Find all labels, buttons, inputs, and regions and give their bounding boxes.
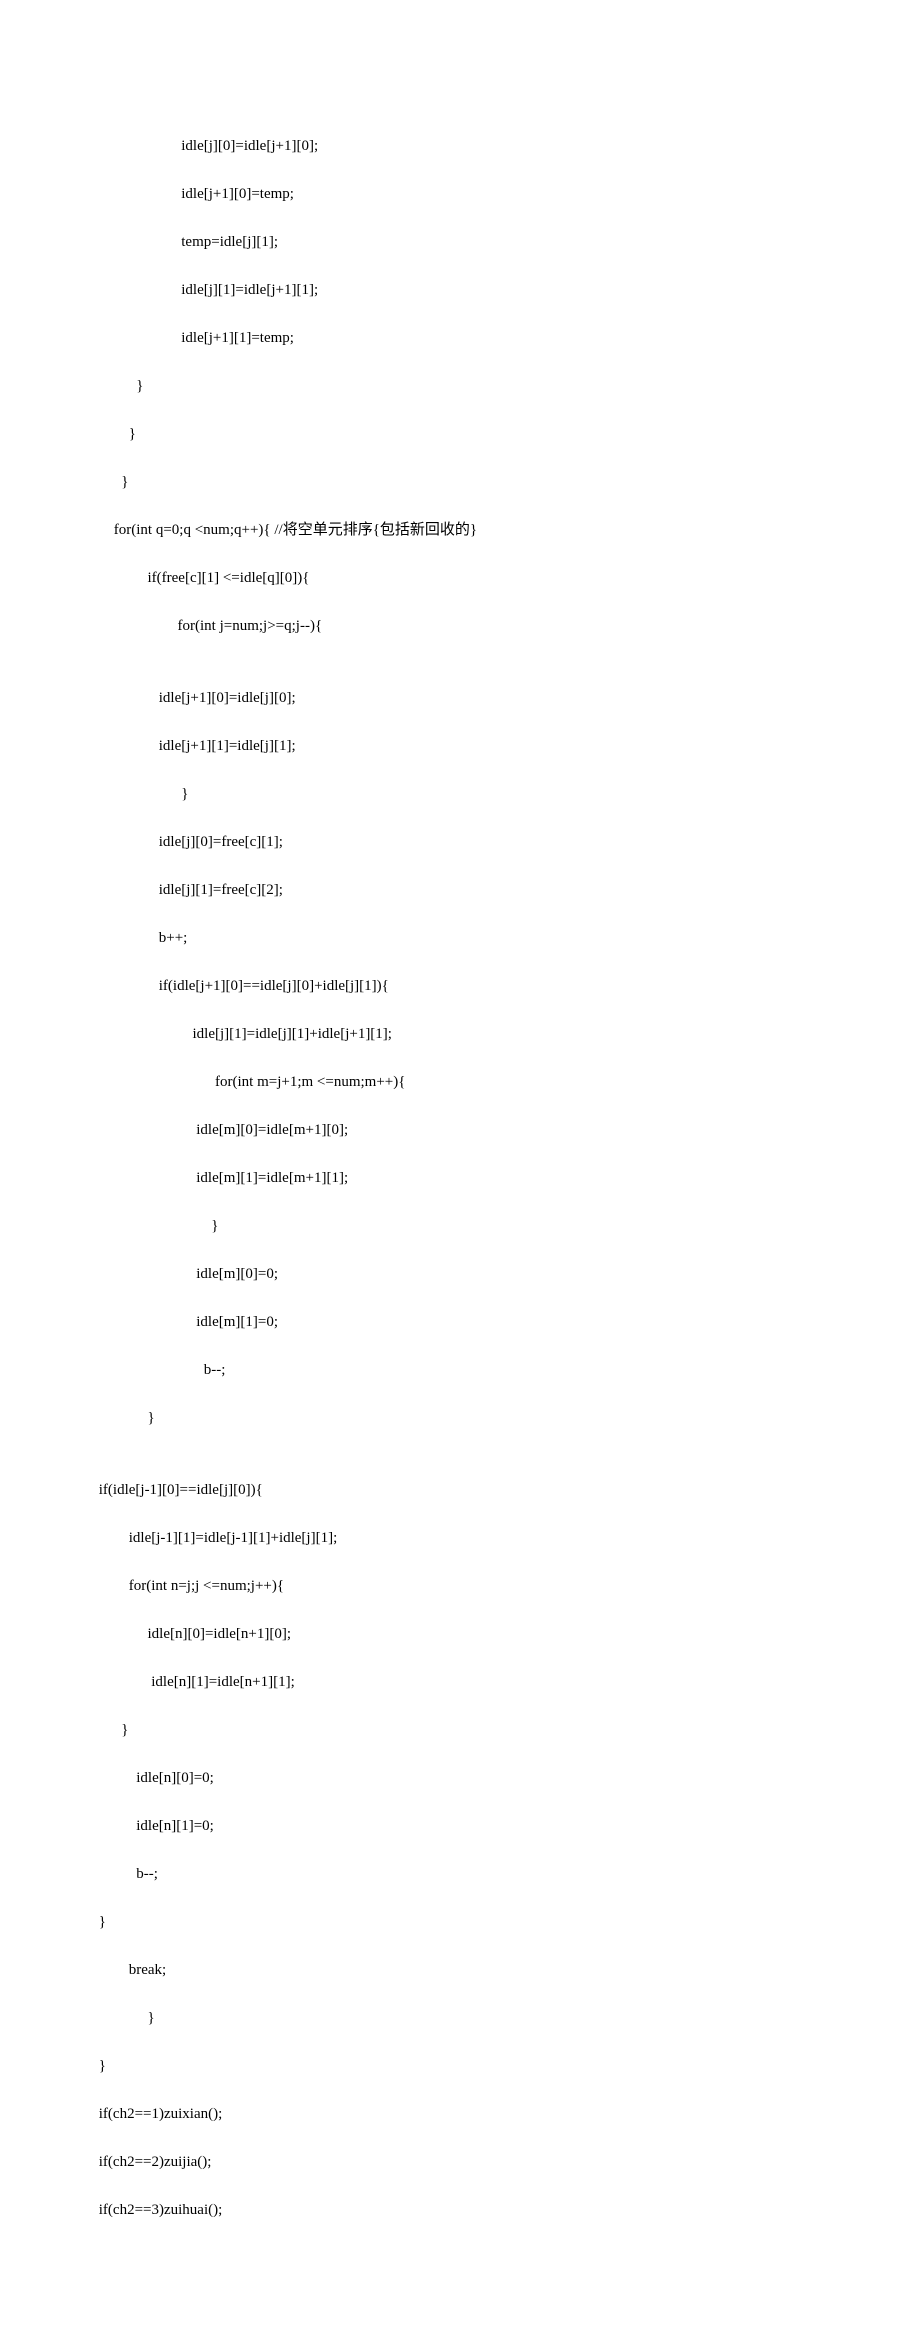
- code-line: idle[n][1]=0;: [95, 1814, 825, 1838]
- code-line: }: [95, 470, 825, 494]
- code-line: idle[j][1]=idle[j+1][1];: [95, 278, 825, 302]
- code-line: idle[j+1][1]=temp;: [95, 326, 825, 350]
- code-line: }: [95, 1910, 825, 1934]
- code-line: idle[n][1]=idle[n+1][1];: [95, 1670, 825, 1694]
- code-line: if(ch2==1)zuixian();: [95, 2102, 825, 2126]
- code-line: if(ch2==3)zuihuai();: [95, 2198, 825, 2222]
- code-line: }: [95, 2006, 825, 2030]
- code-line: idle[n][0]=idle[n+1][0];: [95, 1622, 825, 1646]
- code-line: break;: [95, 1958, 825, 1982]
- code-line: idle[j][0]=idle[j+1][0];: [95, 134, 825, 158]
- code-line: b--;: [95, 1358, 825, 1382]
- code-line: if(free[c][1] <=idle[q][0]){: [95, 566, 825, 590]
- code-line: }: [95, 2054, 825, 2078]
- code-line: }: [95, 422, 825, 446]
- code-line: idle[m][0]=idle[m+1][0];: [95, 1118, 825, 1142]
- code-line: idle[j][1]=idle[j][1]+idle[j+1][1];: [95, 1022, 825, 1046]
- code-line: }: [95, 782, 825, 806]
- document-page: idle[j][0]=idle[j+1][0]; idle[j+1][0]=te…: [0, 0, 920, 2326]
- code-line: for(int n=j;j <=num;j++){: [95, 1574, 825, 1598]
- code-line: }: [95, 1214, 825, 1238]
- code-line: idle[m][1]=0;: [95, 1310, 825, 1334]
- code-line: idle[m][1]=idle[m+1][1];: [95, 1166, 825, 1190]
- code-line: idle[j+1][0]=temp;: [95, 182, 825, 206]
- code-line: for(int m=j+1;m <=num;m++){: [95, 1070, 825, 1094]
- code-line: idle[n][0]=0;: [95, 1766, 825, 1790]
- code-line: b++;: [95, 926, 825, 950]
- code-line: if(idle[j+1][0]==idle[j][0]+idle[j][1]){: [95, 974, 825, 998]
- code-line: idle[m][0]=0;: [95, 1262, 825, 1286]
- code-line: b--;: [95, 1862, 825, 1886]
- code-line: }: [95, 1718, 825, 1742]
- code-line: for(int q=0;q <num;q++){ //将空单元排序{包括新回收的…: [95, 518, 825, 542]
- code-line: idle[j+1][1]=idle[j][1];: [95, 734, 825, 758]
- code-line: if(idle[j-1][0]==idle[j][0]){: [95, 1478, 825, 1502]
- code-line: idle[j-1][1]=idle[j-1][1]+idle[j][1];: [95, 1526, 825, 1550]
- code-line: for(int j=num;j>=q;j--){: [95, 614, 825, 638]
- code-line: idle[j][0]=free[c][1];: [95, 830, 825, 854]
- code-line: idle[j][1]=free[c][2];: [95, 878, 825, 902]
- code-line: if(ch2==2)zuijia();: [95, 2150, 825, 2174]
- code-line: idle[j+1][0]=idle[j][0];: [95, 686, 825, 710]
- code-line: }: [95, 374, 825, 398]
- code-line: }: [95, 1406, 825, 1430]
- code-line: temp=idle[j][1];: [95, 230, 825, 254]
